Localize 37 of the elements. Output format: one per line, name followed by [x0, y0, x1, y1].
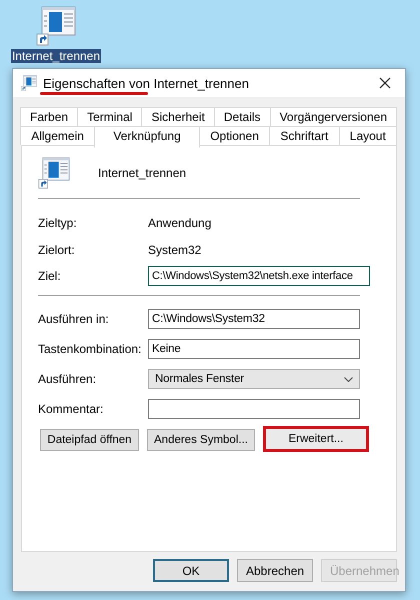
field-label: Kommentar: [38, 402, 104, 416]
info-value: Anwendung [148, 216, 212, 230]
dialog-button[interactable]: Abbrechen [237, 559, 313, 582]
chevron-down-icon [344, 376, 353, 382]
input-field[interactable]: C:\Windows\System32 [148, 309, 360, 329]
tab[interactable]: Allgemein [20, 126, 96, 145]
dropdown[interactable]: Normales Fenster [148, 369, 360, 389]
shortcut-name: Internet_trennen [98, 166, 186, 180]
shortcut-icon [21, 75, 37, 91]
input-field[interactable]: C:\Windows\System32\netsh.exe interface [148, 266, 370, 286]
close-icon[interactable] [379, 77, 391, 89]
tab[interactable]: Schriftart [269, 126, 340, 145]
tab[interactable]: Details [214, 107, 271, 126]
tab[interactable]: Layout [338, 126, 398, 145]
window-title: Eigenschaften von Internet_trennen [43, 76, 250, 90]
tab[interactable]: Verknüpfung [94, 126, 200, 148]
info-label: Zieltyp: [38, 216, 78, 230]
input-field[interactable] [148, 399, 360, 419]
desktop-icon-label[interactable]: Internet_trennen [10, 49, 102, 63]
input-field[interactable]: Keine [148, 339, 360, 359]
tab[interactable]: Optionen [198, 126, 270, 145]
tab[interactable]: Sicherheit [141, 107, 215, 126]
shortcut-icon [38, 157, 70, 189]
tab[interactable]: Vorgängerversionen [270, 107, 398, 126]
tab[interactable]: Farben [20, 107, 78, 126]
info-value: System32 [148, 242, 202, 256]
field-label: Ausführen in: [38, 312, 110, 326]
shortcut-icon [36, 6, 76, 46]
action-button[interactable]: Erweitert... [262, 426, 369, 452]
field-label: Ziel: [38, 269, 62, 283]
action-button[interactable]: Anderes Symbol... [147, 429, 255, 451]
action-button[interactable]: Dateipfad öffnen [40, 429, 139, 451]
tab[interactable]: Terminal [77, 107, 142, 126]
info-label: Zielort: [38, 242, 76, 256]
dialog-button[interactable]: OK [153, 559, 229, 582]
field-label: Tastenkombination: [38, 342, 142, 356]
field-label: Ausführen: [38, 372, 98, 386]
